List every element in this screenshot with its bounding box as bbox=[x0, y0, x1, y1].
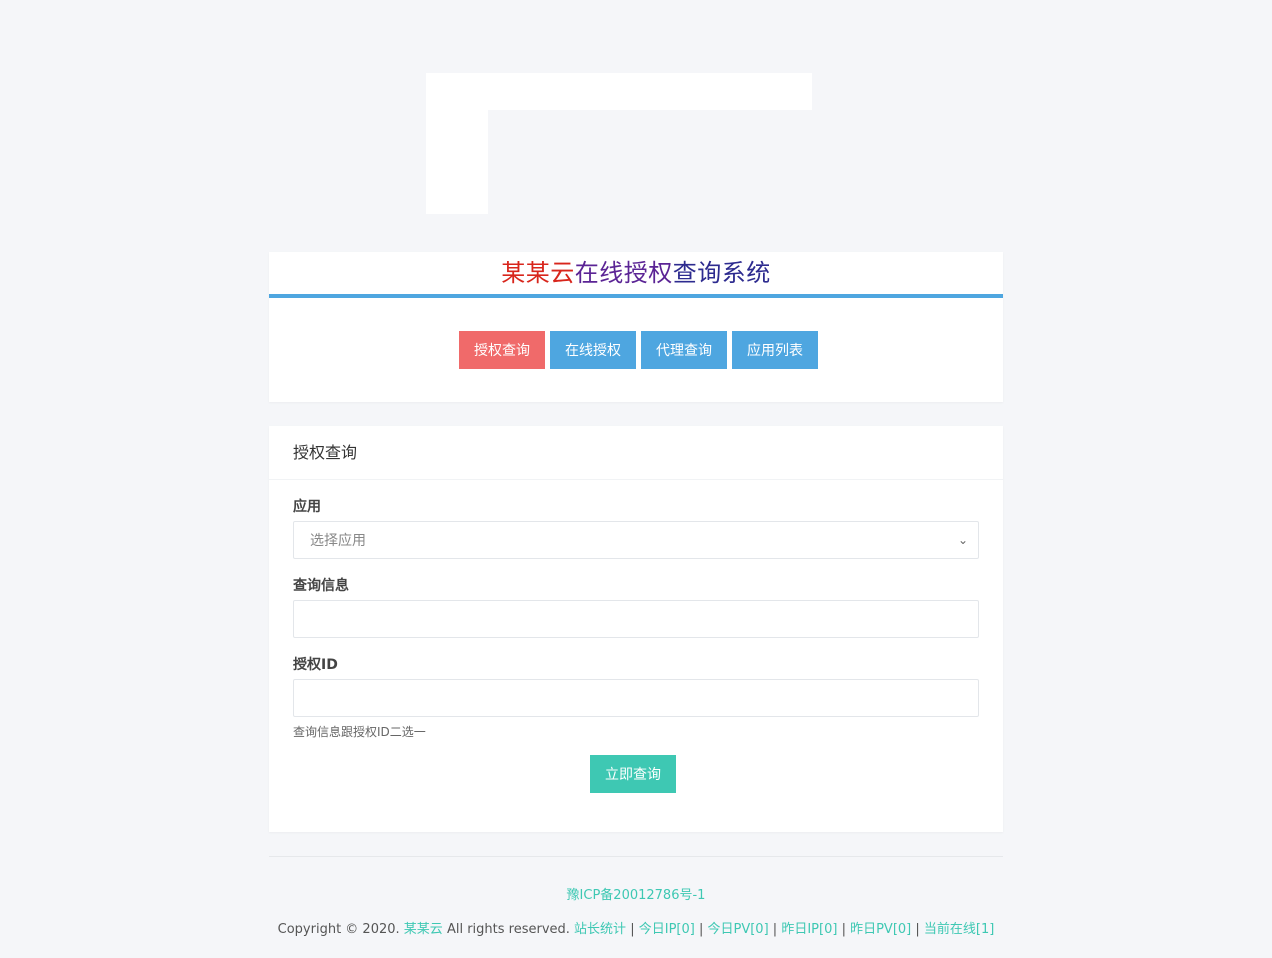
site-title-part2: 在线授权 bbox=[574, 259, 673, 287]
logo-block-left bbox=[426, 110, 488, 214]
app-select[interactable]: 选择应用 ⌄ bbox=[293, 521, 979, 559]
title-underline bbox=[269, 294, 1003, 298]
today-pv-link[interactable]: 今日PV[0] bbox=[708, 922, 769, 937]
copyright-line: Copyright © 2020. 某某云 All rights reserve… bbox=[269, 918, 1003, 937]
online-count-link[interactable]: 当前在线[1] bbox=[924, 922, 994, 937]
logo-block-top bbox=[426, 73, 812, 110]
auth-id-label: 授权ID bbox=[293, 657, 338, 673]
brand-link[interactable]: 某某云 bbox=[404, 922, 443, 937]
site-title-part1: 某某云 bbox=[501, 259, 575, 287]
rights-text: All rights reserved. bbox=[446, 922, 570, 937]
app-label: 应用 bbox=[293, 499, 321, 515]
nav-agent-query-button[interactable]: 代理查询 bbox=[641, 331, 727, 369]
site-title-part3: 查询系统 bbox=[672, 259, 771, 287]
form-hint: 查询信息跟授权ID二选一 bbox=[293, 725, 426, 739]
yesterday-pv-link[interactable]: 昨日PV[0] bbox=[850, 922, 911, 937]
query-info-input[interactable] bbox=[293, 600, 979, 638]
today-ip-link[interactable]: 今日IP[0] bbox=[639, 922, 695, 937]
separator: | bbox=[915, 922, 920, 937]
nav-online-auth-button[interactable]: 在线授权 bbox=[550, 331, 636, 369]
separator: | bbox=[630, 922, 635, 937]
separator: | bbox=[841, 922, 846, 937]
logo-placeholder bbox=[426, 73, 812, 214]
main-nav: 授权查询 在线授权 代理查询 应用列表 bbox=[459, 331, 818, 369]
separator: | bbox=[772, 922, 778, 937]
card-title: 授权查询 bbox=[269, 426, 1003, 480]
stats-link[interactable]: 站长统计 bbox=[574, 922, 626, 937]
header-card: 某某云在线授权查询系统 授权查询 在线授权 代理查询 应用列表 bbox=[269, 252, 1003, 402]
copyright-prefix: Copyright © 2020. bbox=[277, 922, 400, 937]
separator: | bbox=[698, 922, 704, 937]
site-title: 某某云在线授权查询系统 bbox=[269, 256, 1003, 290]
icp-link[interactable]: 豫ICP备20012786号-1 bbox=[269, 884, 1003, 903]
chevron-down-icon: ⌄ bbox=[957, 533, 968, 547]
yesterday-ip-link[interactable]: 昨日IP[0] bbox=[781, 922, 837, 937]
query-info-label: 查询信息 bbox=[293, 578, 349, 594]
footer-divider bbox=[269, 856, 1003, 857]
query-form-card: 授权查询 应用 选择应用 ⌄ 查询信息 授权ID 查询信息跟授权ID二选一 立即… bbox=[269, 426, 1003, 832]
nav-auth-query-button[interactable]: 授权查询 bbox=[459, 331, 545, 369]
nav-app-list-button[interactable]: 应用列表 bbox=[732, 331, 818, 369]
auth-id-input[interactable] bbox=[293, 679, 979, 717]
submit-query-button[interactable]: 立即查询 bbox=[590, 755, 676, 793]
app-select-value: 选择应用 bbox=[310, 533, 366, 549]
